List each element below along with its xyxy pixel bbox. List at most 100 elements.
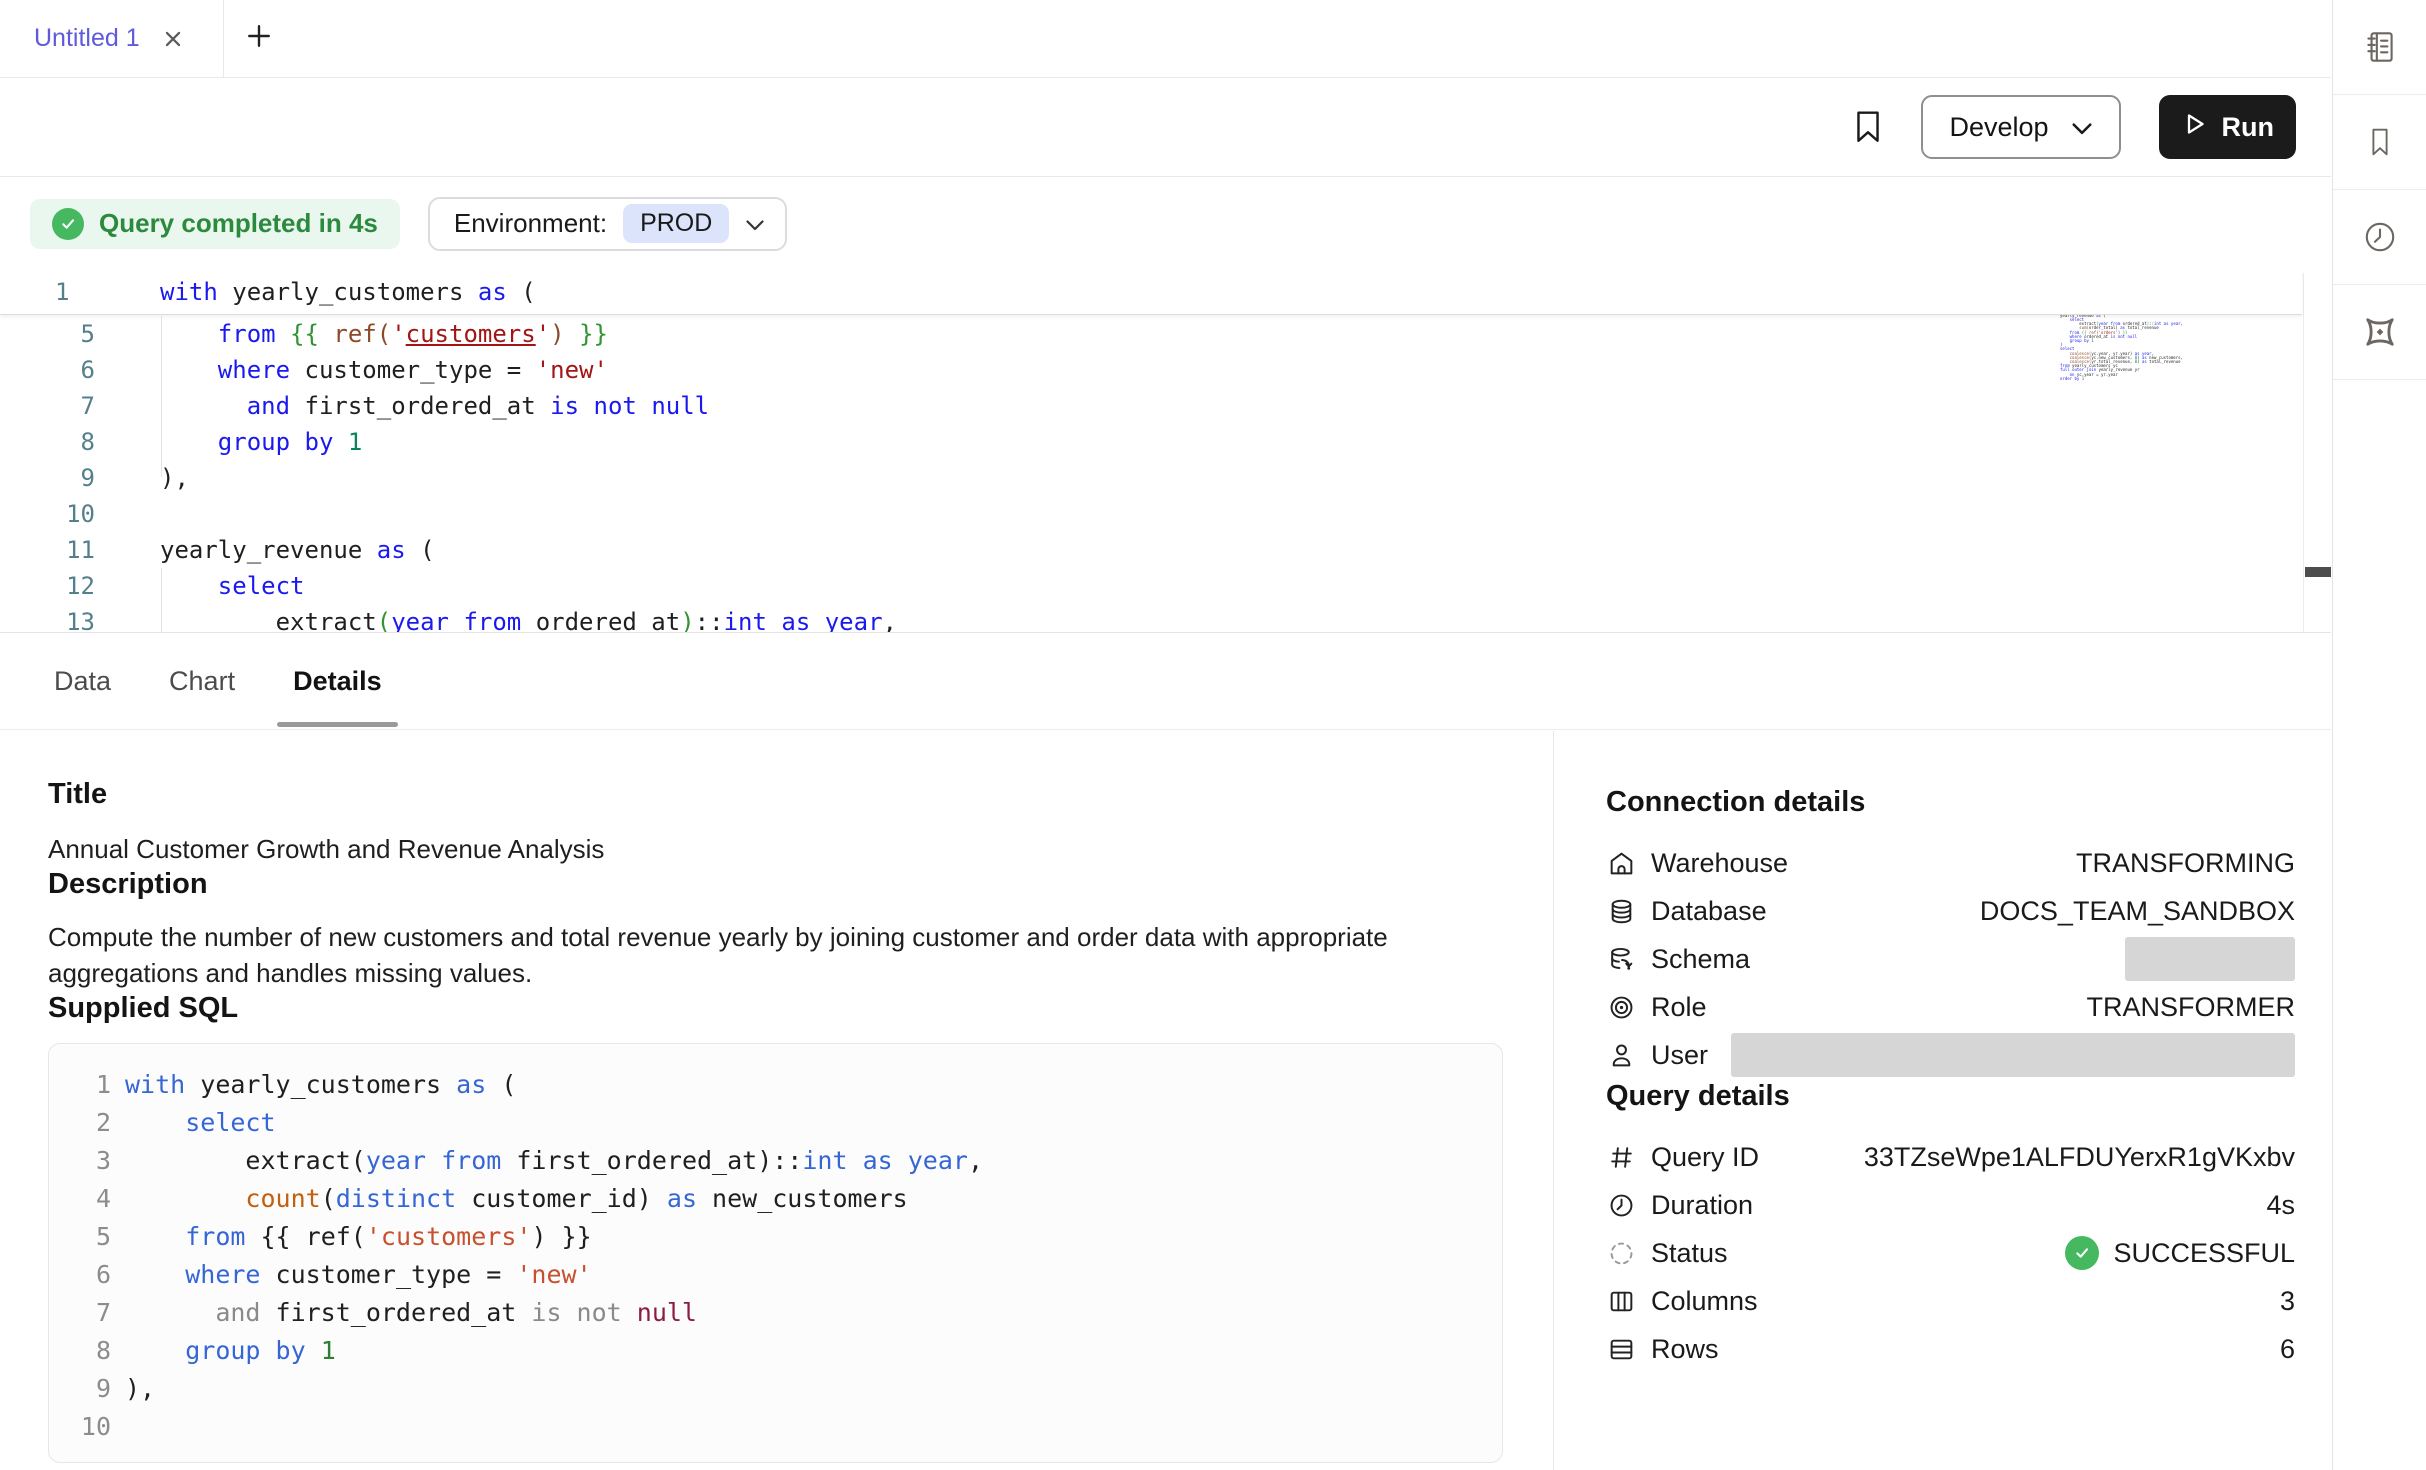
database-label: Database [1651, 896, 1767, 927]
chevron-down-icon [745, 208, 765, 239]
tab-data[interactable]: Data [48, 633, 117, 729]
divider [0, 632, 2331, 633]
code-line: 5 from {{ ref('customers') }} [61, 1218, 1502, 1256]
line-number: 1 [0, 270, 95, 314]
line-number: 13 [0, 604, 95, 633]
sidebar-button-history[interactable] [2333, 190, 2426, 285]
title-heading: Title [48, 777, 1505, 811]
close-icon[interactable] [162, 28, 184, 50]
code-line: 5 from {{ ref('customers') }} [0, 316, 2302, 352]
code-line: 7 and first_ordered_at is not null [61, 1294, 1502, 1332]
right-icon-sidebar [2332, 0, 2426, 1470]
user-redacted-value [1731, 1033, 2295, 1077]
description-heading: Description [48, 867, 1505, 901]
status-icon [1606, 1239, 1636, 1268]
code-line: 6 where customer_type = 'new' [0, 352, 2302, 388]
code-line: 4 count(distinct customer_id) as new_cus… [61, 1180, 1502, 1218]
query-details-rows: Query ID33TZseWpe1ALFDUYerxR1gVKxbvDurat… [1606, 1133, 2295, 1373]
result-tabs: Data Chart Details [0, 633, 2331, 730]
description-value: Compute the number of new customers and … [48, 919, 1428, 991]
columns-label: Columns [1651, 1286, 1758, 1317]
tab-chart[interactable]: Chart [163, 633, 241, 729]
run-label: Run [2222, 112, 2274, 143]
query-row-columns: Columns 3 [1606, 1277, 2295, 1325]
editor-toolbar: Develop Run [0, 78, 2331, 177]
line-number: 8 [0, 424, 95, 460]
sidebar-button-bookmark[interactable] [2333, 95, 2426, 190]
query-row-duration: Duration 4s [1606, 1181, 2295, 1229]
line-number: 6 [61, 1256, 111, 1294]
sidebar-button-dbt[interactable] [2333, 285, 2426, 380]
code-line: 13 extract(year from ordered_at)::int as… [0, 604, 2302, 633]
user-label: User [1651, 1040, 1708, 1071]
rows-value: 6 [2280, 1334, 2295, 1365]
line-number: 7 [0, 388, 95, 424]
details-main: Title Annual Customer Growth and Revenue… [0, 731, 1553, 1470]
play-icon [2181, 111, 2207, 144]
editor-code-lines[interactable]: 5 from {{ ref('customers') }}6 where cus… [0, 316, 2302, 633]
query-row-rows: Rows 6 [1606, 1325, 2295, 1373]
connection-row-warehouse: WarehouseTRANSFORMING [1606, 839, 2295, 887]
warehouse-icon [1606, 849, 1636, 878]
check-circle-icon [52, 208, 84, 240]
tab-bar: Untitled 1 [0, 0, 2331, 78]
line-number: 9 [61, 1370, 111, 1408]
indent-guide [161, 316, 162, 477]
plus-icon [246, 23, 272, 54]
environment-selector[interactable]: Environment: PROD [428, 197, 787, 251]
title-value: Annual Customer Growth and Revenue Analy… [48, 831, 1505, 867]
details-panel: Title Annual Customer Growth and Revenue… [0, 731, 2331, 1470]
editor-scrollbar[interactable] [2303, 273, 2331, 633]
connection-row-role: Role TRANSFORMER [1606, 983, 2295, 1031]
sql-editor[interactable]: 5 from {{ ref('customers') }}6 where cus… [0, 270, 2331, 633]
status-row: Query completed in 4s Environment: PROD [0, 177, 2331, 270]
check-circle-icon [2065, 1236, 2099, 1270]
app-root: Untitled 1 Develop [0, 0, 2426, 1470]
develop-dropdown[interactable]: Develop [1921, 95, 2120, 159]
new-tab-button[interactable] [224, 0, 294, 77]
code-line: 12 select [0, 568, 2302, 604]
columns-value: 3 [2280, 1286, 2295, 1317]
bookmark-icon [2363, 124, 2397, 160]
code-line: 3 extract(year from first_ordered_at)::i… [61, 1142, 1502, 1180]
line-number: 7 [61, 1294, 111, 1332]
connection-row-user: User [1606, 1031, 2295, 1079]
query-status-badge: Query completed in 4s [30, 199, 400, 249]
query_id-value: 33TZseWpe1ALFDUYerxR1gVKxbv [1864, 1142, 2295, 1173]
code-line: 2 select [61, 1104, 1502, 1142]
line-number: 1 [61, 1066, 111, 1104]
line-number: 9 [0, 460, 95, 496]
scrollbar-thumb[interactable] [2305, 567, 2331, 577]
query-details-heading: Query details [1606, 1079, 2295, 1113]
editor-sticky-line[interactable]: 1with yearly_customers as ( [0, 270, 2302, 315]
chevron-down-icon [2071, 112, 2093, 143]
tab-details[interactable]: Details [287, 633, 388, 729]
run-button[interactable]: Run [2159, 95, 2296, 159]
schema-label: Schema [1651, 944, 1750, 975]
line-number: 3 [61, 1142, 111, 1180]
line-number: 10 [0, 496, 95, 532]
code-line: 10 [0, 496, 2302, 532]
sidebar-button-notebook[interactable] [2333, 0, 2426, 95]
query-status-text: Query completed in 4s [99, 208, 378, 239]
warehouse-label: Warehouse [1651, 848, 1788, 879]
bookmark-icon[interactable] [1853, 109, 1883, 145]
columns-icon [1606, 1287, 1636, 1316]
line-number: 6 [0, 352, 95, 388]
rows-icon [1606, 1335, 1636, 1364]
tab-untitled-1[interactable]: Untitled 1 [0, 0, 224, 77]
history-icon [2361, 218, 2399, 256]
rows-label: Rows [1651, 1334, 1719, 1365]
code-line: 1with yearly_customers as ( [0, 270, 2302, 314]
line-number: 11 [0, 532, 95, 568]
supplied-sql-code-block: 1with yearly_customers as (2 select3 ext… [48, 1043, 1503, 1463]
duration-label: Duration [1651, 1190, 1753, 1221]
role-value: TRANSFORMER [2087, 992, 2296, 1023]
connection-row-schema: Schema [1606, 935, 2295, 983]
query-row-query_id: Query ID33TZseWpe1ALFDUYerxR1gVKxbv [1606, 1133, 2295, 1181]
code-line: 9), [61, 1370, 1502, 1408]
role-label: Role [1651, 992, 1707, 1023]
details-sidebar: Connection details WarehouseTRANSFORMING… [1553, 731, 2331, 1470]
duration-value: 4s [2266, 1190, 2295, 1221]
connection-details-rows: WarehouseTRANSFORMINGDatabaseDOCS_TEAM_S… [1606, 839, 2295, 1079]
